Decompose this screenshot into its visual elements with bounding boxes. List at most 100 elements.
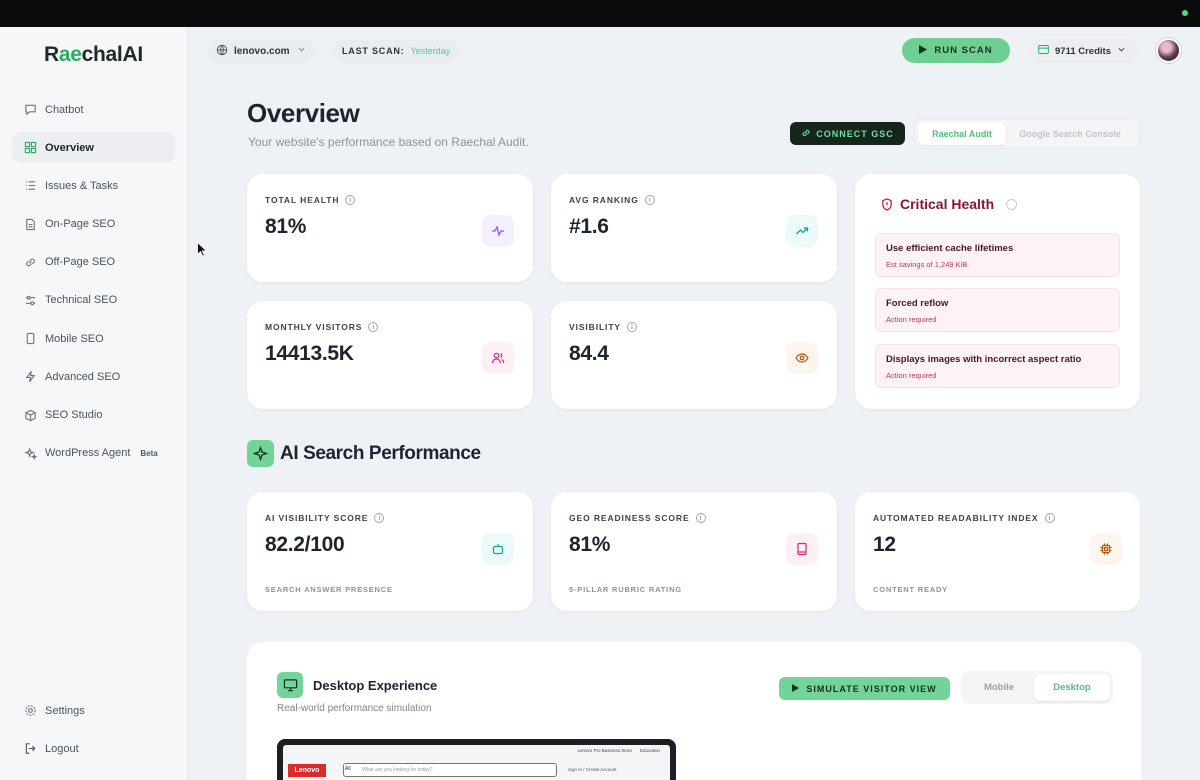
- site-preview-frame: Lenovo Pro Business Store Education Lenov…: [277, 739, 676, 780]
- metric-value: #1.6: [569, 215, 609, 238]
- metric-value: 82.2/100: [265, 533, 345, 556]
- data-source-toggle: Raechal Audit Google Search Console: [914, 118, 1140, 149]
- info-icon[interactable]: i: [345, 195, 356, 205]
- sidebar-item-advanced[interactable]: Advanced SEO: [12, 361, 175, 392]
- desktop-experience-subtitle: Real-world performance simulation: [277, 703, 432, 714]
- metric-label: AVG RANKING i: [569, 195, 655, 205]
- connect-gsc-button[interactable]: CONNECT GSC: [790, 122, 905, 145]
- sidebar-item-technical[interactable]: Technical SEO: [12, 285, 175, 316]
- critical-health-title-text: Critical Health: [900, 196, 995, 212]
- sidebar-item-offpage[interactable]: Off-Page SEO: [12, 247, 175, 278]
- credits-label: 9711 Credits: [1055, 45, 1111, 57]
- cpu-icon: [1090, 533, 1122, 565]
- metric-label-text: AVG RANKING: [569, 195, 639, 205]
- robot-icon: [482, 533, 514, 565]
- tab-desktop[interactable]: Desktop: [1034, 674, 1110, 701]
- ai-section-title: AI Search Performance: [280, 442, 481, 464]
- sidebar-item-label: Overview: [45, 141, 94, 154]
- tab-raechal-audit[interactable]: Raechal Audit: [918, 122, 1006, 145]
- users-icon: [482, 342, 514, 374]
- preview-link: Lenovo Pro Business Store: [577, 748, 632, 753]
- beta-badge: Beta: [140, 448, 158, 458]
- eye-icon: [786, 342, 818, 374]
- tab-google-search-console[interactable]: Google Search Console: [1006, 122, 1134, 145]
- user-avatar[interactable]: [1156, 38, 1181, 63]
- gear-icon: [23, 704, 37, 718]
- info-icon[interactable]: i: [626, 322, 637, 332]
- link-icon: [23, 255, 37, 269]
- info-icon[interactable]: i: [1044, 513, 1055, 523]
- issue-title: Use efficient cache lifetimes: [886, 243, 1014, 254]
- critical-issue-item[interactable]: Use efficient cache lifetimes Est saving…: [875, 233, 1120, 277]
- metric-label: MONTHLY VISITORS i: [265, 322, 379, 332]
- play-icon: [919, 44, 928, 57]
- grid-icon: [23, 141, 37, 155]
- metric-value: 14413.5K: [265, 342, 354, 365]
- tab-mobile[interactable]: Mobile: [964, 674, 1034, 701]
- run-scan-button[interactable]: RUN SCAN: [902, 38, 1010, 63]
- info-icon[interactable]: i: [368, 322, 379, 332]
- phone-icon: [23, 332, 37, 346]
- last-scan-value: Yesterday: [410, 46, 451, 56]
- page-subtitle: Your website's performance based on Raec…: [248, 135, 529, 149]
- app-logo[interactable]: RaechalAI: [44, 43, 143, 67]
- critical-issue-item[interactable]: Displays images with incorrect aspect ra…: [875, 344, 1120, 388]
- metric-footnote: 5-PILLAR RUBRIC RATING: [569, 585, 682, 594]
- sidebar-item-chatbot[interactable]: Chatbot: [12, 94, 175, 125]
- sidebar-item-logout[interactable]: Logout: [12, 733, 175, 764]
- metric-label: TOTAL HEALTH i: [265, 195, 356, 205]
- sidebar-item-wordpress[interactable]: WordPress Agent Beta: [12, 438, 175, 469]
- metric-card-visibility: VISIBILITY i 84.4: [551, 301, 837, 409]
- ai-card-geo-readiness: GEO READINESS SCORE i 81% 5-PILLAR RUBRIC…: [551, 492, 837, 611]
- book-icon: [786, 533, 818, 565]
- device-toggle: Mobile Desktop: [961, 671, 1113, 704]
- metric-footnote: CONTENT READY: [873, 585, 948, 594]
- issue-subtitle: Action required: [886, 371, 937, 380]
- page-title: Overview: [247, 98, 360, 128]
- sidebar-item-studio[interactable]: SEO Studio: [12, 400, 175, 431]
- metric-card-total-health: TOTAL HEALTH i 81%: [247, 174, 533, 282]
- info-icon[interactable]: i: [644, 195, 655, 205]
- play-icon: [792, 683, 800, 694]
- last-scan-label: LAST SCAN:: [342, 46, 405, 56]
- sidebar-item-overview[interactable]: Overview: [12, 132, 175, 164]
- issue-title: Forced reflow: [886, 298, 949, 309]
- window-top-bar: [0, 0, 1200, 27]
- sidebar-item-onpage[interactable]: On-Page SEO: [12, 209, 175, 240]
- sidebar-item-label: Logout: [45, 742, 79, 755]
- metric-value: 84.4: [569, 342, 609, 365]
- sidebar-item-settings[interactable]: Settings: [12, 695, 175, 726]
- trending-up-icon: [786, 215, 818, 247]
- sidebar-item-label: On-Page SEO: [45, 218, 116, 231]
- sparkle-icon: [247, 440, 274, 467]
- critical-issue-item[interactable]: Forced reflow Action required: [875, 288, 1120, 332]
- sidebar-item-label: Advanced SEO: [45, 370, 121, 383]
- credits-dropdown[interactable]: 9711 Credits: [1030, 39, 1138, 63]
- metric-label-text: VISIBILITY: [569, 322, 621, 332]
- domain-label: lenovo.com: [234, 45, 290, 57]
- bolt-icon: [23, 370, 37, 384]
- info-icon[interactable]: i: [695, 513, 706, 523]
- simulate-visitor-view-button[interactable]: SIMULATE VISITOR VIEW: [779, 677, 950, 700]
- metric-label-text: GEO READINESS SCORE: [569, 513, 690, 523]
- globe-icon: [216, 44, 228, 59]
- cube-icon: [23, 408, 37, 422]
- sidebar-item-mobile[interactable]: Mobile SEO: [12, 323, 175, 354]
- sidebar-item-label: Settings: [45, 704, 85, 717]
- info-icon[interactable]: i: [374, 513, 385, 523]
- wallet-icon: [1038, 45, 1049, 57]
- sidebar-item-label: Technical SEO: [45, 294, 118, 307]
- metric-footnote: SEARCH ANSWER PRESENCE: [265, 585, 393, 594]
- info-icon[interactable]: [1006, 198, 1018, 210]
- mouse-cursor-icon: [197, 241, 208, 262]
- sidebar-item-label: Issues & Tasks: [45, 179, 119, 192]
- ai-card-readability-index: AUTOMATED READABILITY INDEX i 12 CONTENT …: [855, 492, 1140, 611]
- sidebar-item-label: SEO Studio: [45, 409, 103, 421]
- domain-selector[interactable]: lenovo.com: [208, 39, 316, 63]
- sidebar-item-label: Chatbot: [45, 103, 84, 116]
- issue-title: Displays images with incorrect aspect ra…: [886, 354, 1082, 365]
- sidebar-item-issues[interactable]: Issues & Tasks: [12, 170, 175, 201]
- sliders-icon: [23, 293, 37, 307]
- monitor-icon: [277, 672, 303, 698]
- metric-card-monthly-visitors: MONTHLY VISITORS i 14413.5K: [247, 301, 533, 409]
